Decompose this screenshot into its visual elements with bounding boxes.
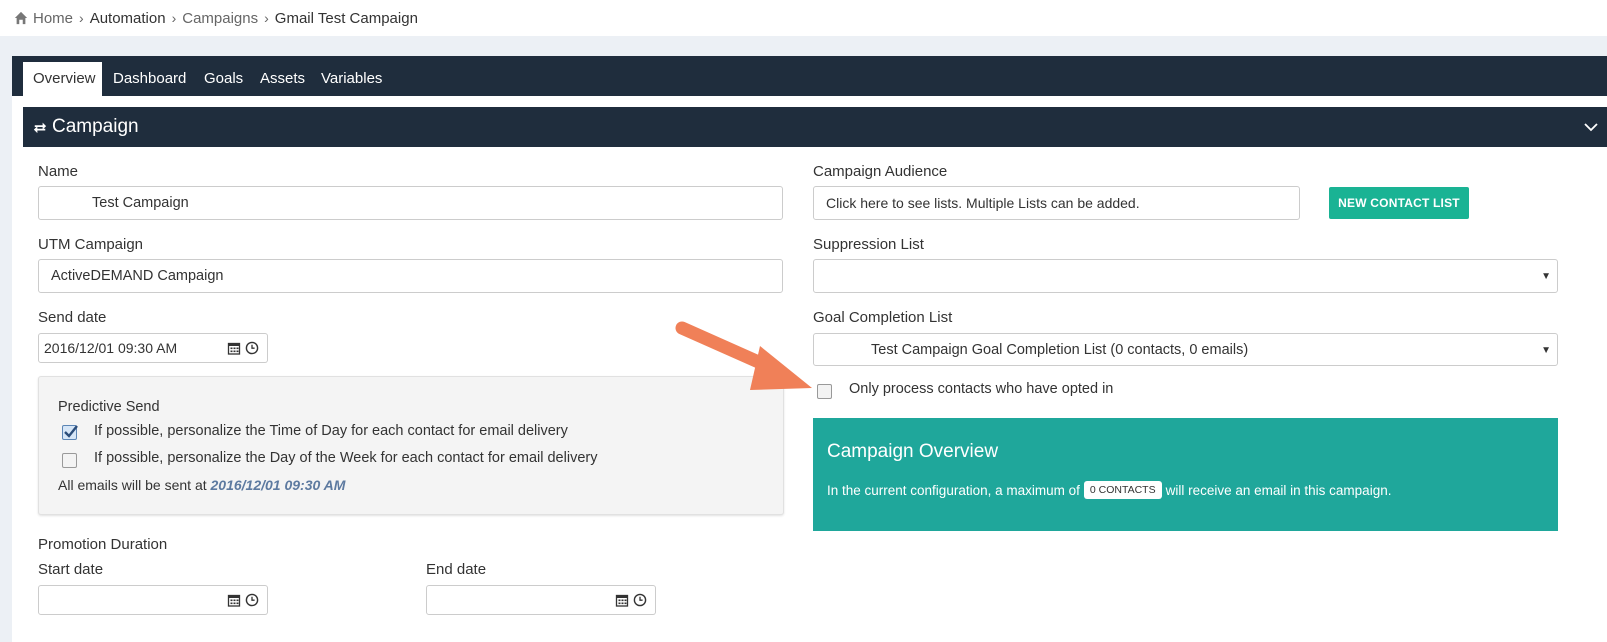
- content-background-side: [0, 56, 12, 642]
- breadcrumb-separator: ›: [79, 10, 84, 26]
- end-date-label: End date: [426, 561, 487, 578]
- dropdown-arrow-icon: ▼: [1541, 271, 1551, 282]
- send-date-addon: [219, 333, 268, 363]
- content-background: [0, 36, 1607, 56]
- calendar-icon[interactable]: [227, 593, 241, 607]
- name-input[interactable]: Test Campaign: [38, 186, 783, 220]
- overview-text-suffix: will receive an email in this campaign.: [1165, 482, 1392, 498]
- campaign-overview-panel: Campaign Overview In the current configu…: [813, 418, 1558, 531]
- utm-campaign-label: UTM Campaign: [38, 236, 144, 253]
- goal-completion-list-select[interactable]: Test Campaign Goal Completion List (0 co…: [813, 333, 1558, 366]
- tab-goals[interactable]: Goals: [194, 62, 253, 96]
- day-of-week-checkbox[interactable]: [62, 453, 77, 468]
- time-of-day-label: If possible, personalize the Time of Day…: [94, 423, 568, 439]
- tab-bar: Overview Dashboard Goals Assets Variable…: [12, 56, 1607, 96]
- breadcrumb-campaigns[interactable]: Campaigns: [182, 10, 258, 27]
- tab-overview[interactable]: Overview: [23, 62, 102, 96]
- day-of-week-label: If possible, personalize the Day of the …: [94, 450, 598, 466]
- campaign-overview-title: Campaign Overview: [827, 441, 999, 462]
- utm-campaign-input[interactable]: ActiveDEMAND Campaign: [38, 259, 783, 293]
- checkmark-icon: [64, 425, 78, 438]
- calendar-icon[interactable]: [227, 341, 241, 355]
- campaign-audience-input[interactable]: Click here to see lists. Multiple Lists …: [813, 186, 1300, 220]
- start-date-input[interactable]: [38, 585, 220, 615]
- tab-assets[interactable]: Assets: [250, 62, 315, 96]
- end-date-addon: [607, 585, 656, 615]
- send-date-label: Send date: [38, 309, 107, 326]
- campaign-audience-label: Campaign Audience: [813, 163, 948, 180]
- send-date-input[interactable]: 2016/12/01 09:30 AM: [38, 333, 220, 363]
- chevron-down-icon[interactable]: [1583, 119, 1599, 135]
- time-of-day-checkbox[interactable]: [62, 425, 78, 440]
- end-date-input[interactable]: [426, 585, 608, 615]
- suppression-list-select[interactable]: ▼: [813, 259, 1558, 293]
- tab-dashboard[interactable]: Dashboard: [103, 62, 196, 96]
- goal-completion-list-value: Test Campaign Goal Completion List (0 co…: [871, 341, 1249, 358]
- start-date-label: Start date: [38, 561, 104, 578]
- clock-icon[interactable]: [245, 341, 259, 355]
- send-summary-prefix: All emails will be sent at: [58, 477, 207, 493]
- overview-text-prefix: In the current configuration, a maximum …: [827, 482, 1080, 498]
- breadcrumb-separator: ›: [264, 10, 269, 26]
- breadcrumb-automation[interactable]: Automation: [90, 10, 166, 27]
- refresh-icon: [33, 122, 47, 134]
- breadcrumb-separator: ›: [171, 10, 177, 26]
- calendar-icon[interactable]: [615, 593, 629, 607]
- start-date-addon: [219, 585, 268, 615]
- home-icon: [14, 11, 28, 25]
- annotation-arrow-icon: [675, 321, 812, 390]
- opted-in-label: Only process contacts who have opted in: [849, 381, 1114, 397]
- goal-completion-list-label: Goal Completion List: [813, 309, 953, 326]
- new-contact-list-button[interactable]: NEW CONTACT LIST: [1329, 187, 1469, 219]
- breadcrumb-current: Gmail Test Campaign: [274, 9, 418, 27]
- campaign-overview-text: In the current configuration, a maximum …: [827, 481, 1391, 499]
- promotion-duration-label: Promotion Duration: [38, 536, 168, 553]
- breadcrumb: Home › Automation › Campaigns › Gmail Te…: [0, 0, 1607, 36]
- send-summary-date: 2016/12/01 09:30 AM: [210, 477, 346, 493]
- tab-variables[interactable]: Variables: [311, 62, 392, 96]
- contacts-badge: 0 CONTACTS: [1083, 481, 1162, 499]
- dropdown-arrow-icon: ▼: [1541, 345, 1551, 356]
- name-label: Name: [38, 163, 79, 180]
- clock-icon[interactable]: [245, 593, 259, 607]
- suppression-list-label: Suppression List: [813, 236, 924, 253]
- clock-icon[interactable]: [633, 593, 647, 607]
- breadcrumb-home[interactable]: Home: [33, 10, 73, 27]
- send-summary: All emails will be sent at 2016/12/01 09…: [58, 477, 345, 493]
- campaign-box-header: Campaign: [23, 107, 1607, 147]
- predictive-send-title: Predictive Send: [58, 399, 160, 415]
- campaign-box-title: Campaign: [52, 116, 139, 137]
